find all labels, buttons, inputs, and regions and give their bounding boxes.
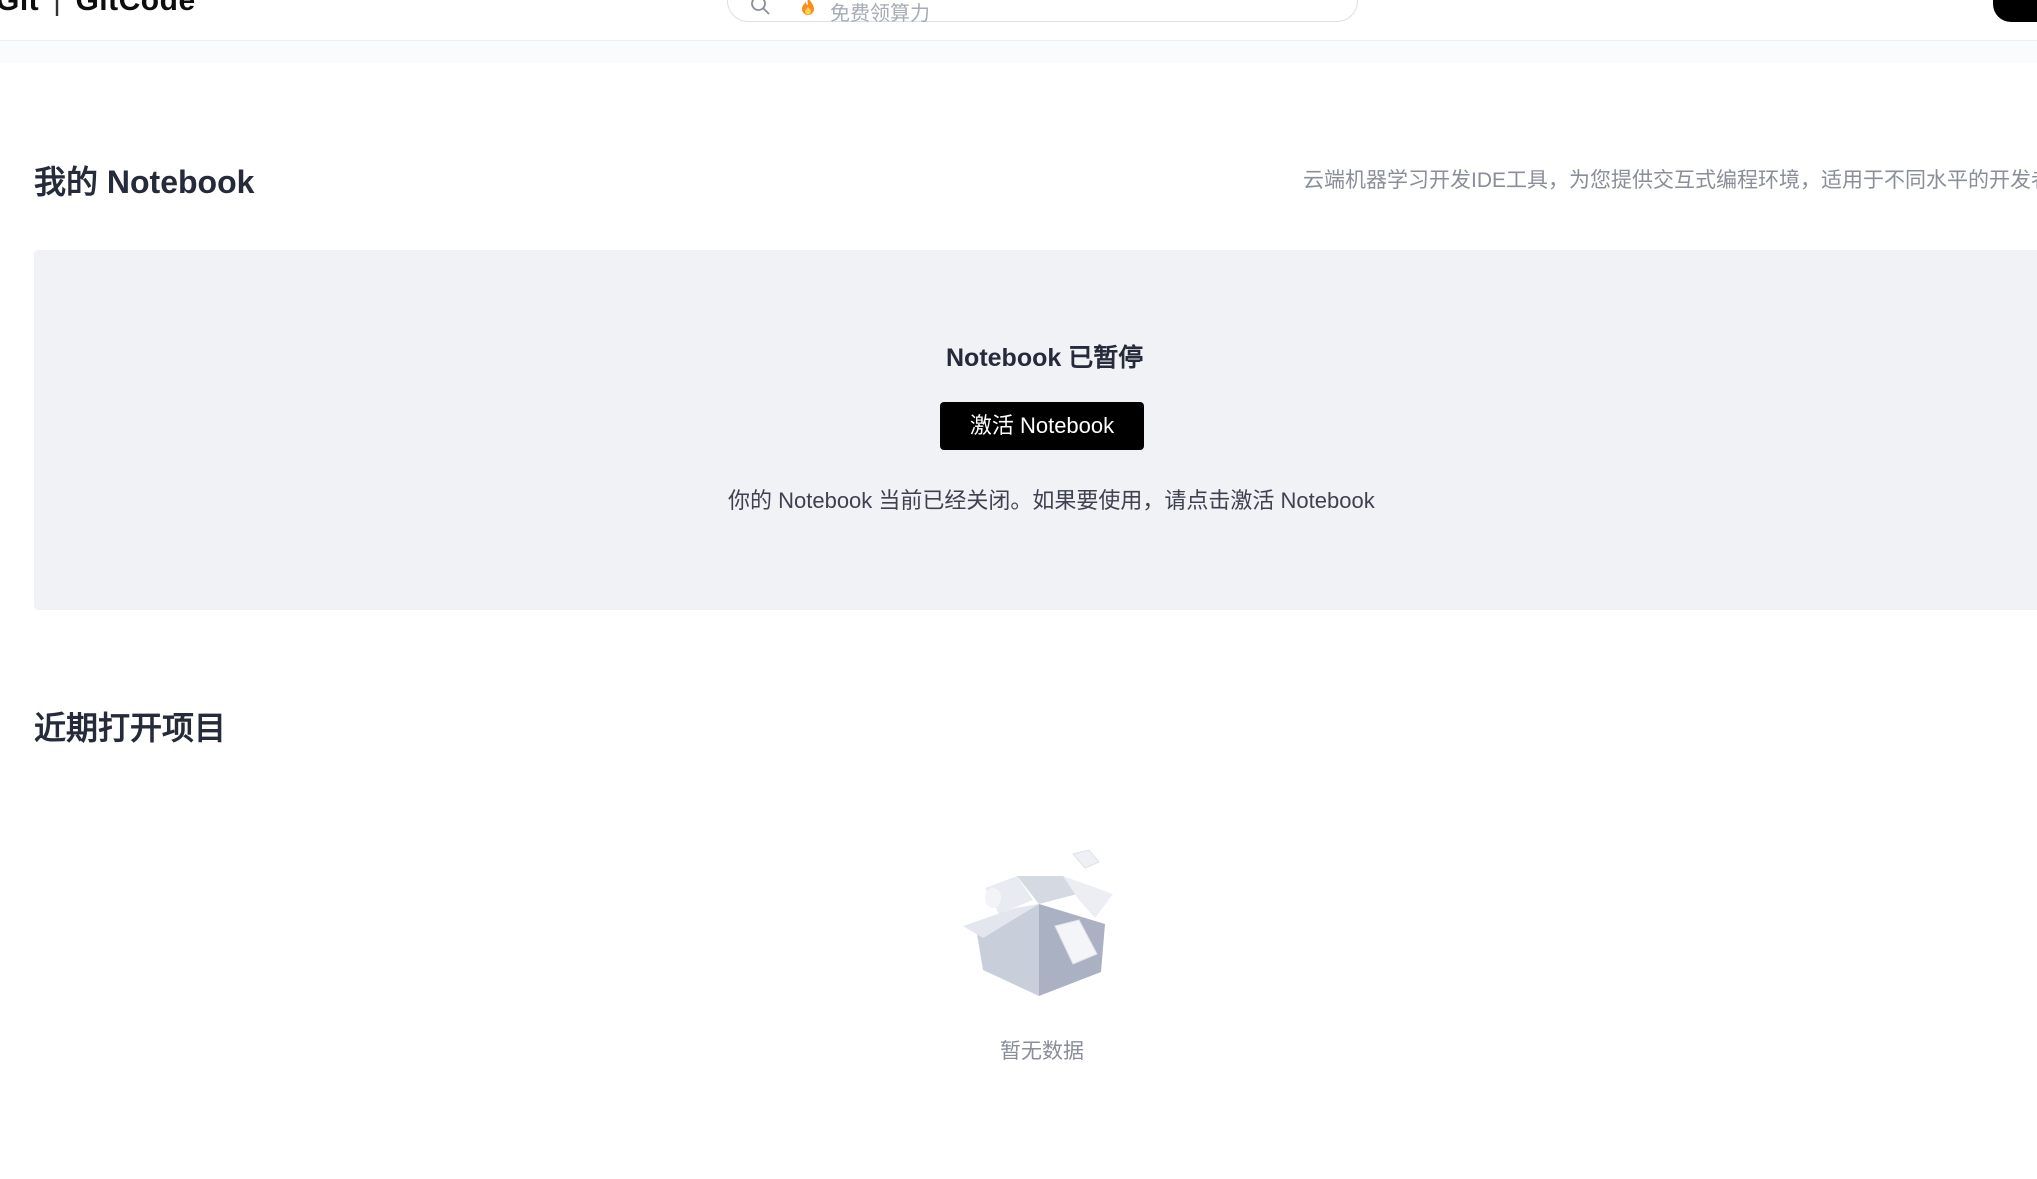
header-action-button[interactable]	[1993, 0, 2037, 22]
logo-git: Git	[0, 0, 40, 17]
header-divider-band	[0, 41, 2037, 63]
notebook-section-title: 我的 Notebook	[34, 164, 255, 200]
logo-separator: |	[53, 0, 62, 17]
notebook-paused-hint: 你的 Notebook 当前已经关闭。如果要使用，请点击激活 Notebook	[728, 488, 1375, 513]
top-header: Git | GitCode 免费领算力	[0, 0, 2037, 41]
recent-projects-title: 近期打开项目	[34, 710, 227, 746]
search-icon	[751, 0, 770, 15]
flame-icon	[802, 0, 814, 15]
site-logo[interactable]: Git | GitCode	[0, 0, 196, 18]
empty-box-icon	[963, 849, 1113, 996]
activate-notebook-button[interactable]: 激活 Notebook	[940, 402, 1144, 450]
notebook-paused-title: Notebook 已暂停	[946, 344, 1144, 372]
search-placeholder: 免费领算力	[830, 3, 930, 25]
logo-gitcode: GitCode	[75, 0, 196, 17]
notebook-description: 云端机器学习开发IDE工具，为您提供交互式编程环境，适用于不同水平的开发者	[1303, 169, 2037, 192]
search-input[interactable]: 免费领算力	[727, 0, 1358, 25]
empty-state-text: 暂无数据	[1000, 1040, 1084, 1063]
